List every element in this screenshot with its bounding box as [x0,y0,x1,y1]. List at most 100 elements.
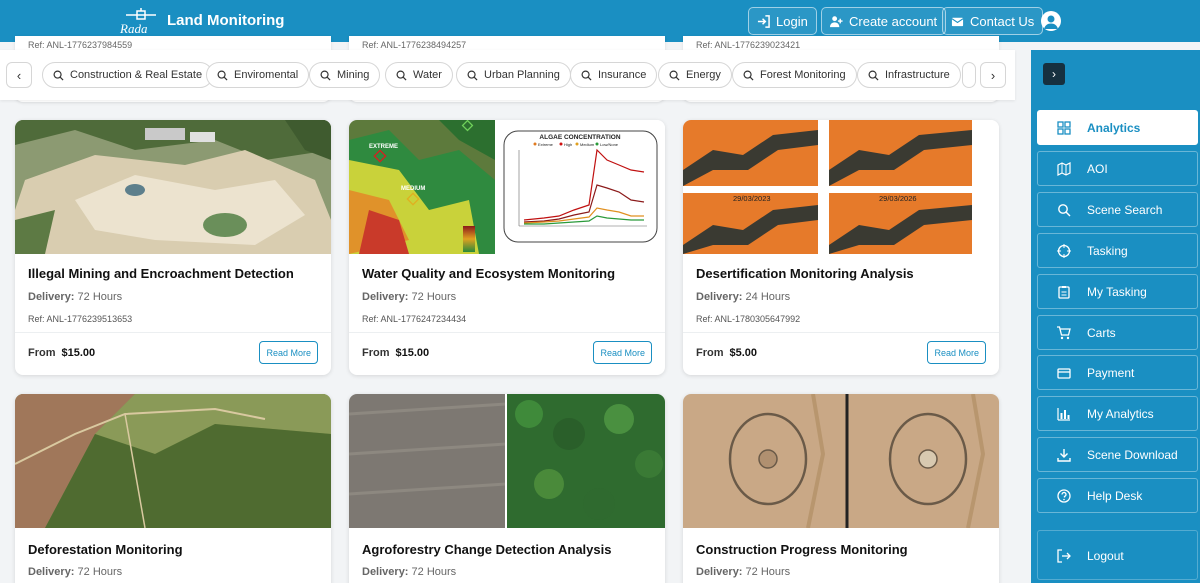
category-filter-bar: ‹ Construction & Real Estate Enviromenta… [0,50,1015,100]
card-delivery: Delivery: 72 Hours [362,291,456,303]
logo-text[interactable]: Rada [120,21,147,37]
sidebar-collapse-button[interactable]: › [1043,63,1065,85]
search-icon [467,70,478,81]
legend-extreme: Extreme [538,142,554,147]
sidebar-item-label: My Analytics [1087,407,1154,421]
map-label-medium: MEDIUM [401,186,425,192]
card-title: Agroforestry Change Detection Analysis [362,542,612,557]
card-title: Deforestation Monitoring [28,542,183,557]
sidebar-item-tasking[interactable]: Tasking [1037,233,1198,268]
login-label: Login [776,13,808,29]
category-label: Urban Planning [484,69,560,81]
delivery-value: 72 Hours [411,291,457,303]
login-button[interactable]: Login [748,7,817,35]
sidebar-item-carts[interactable]: Carts [1037,315,1198,350]
read-more-button[interactable]: Read More [927,341,986,364]
product-card[interactable]: 29/03/2023 29/03/2026 Desertification Mo… [683,120,999,375]
user-avatar-icon[interactable] [1041,11,1061,31]
envelope-icon [951,17,964,26]
category-chip[interactable]: Infrastructure [857,62,961,88]
create-account-label: Create account [849,13,938,29]
read-more-button[interactable]: Read More [259,341,318,364]
sidebar-item-my-tasking[interactable]: My Tasking [1037,274,1198,309]
create-account-button[interactable]: Create account [821,7,947,35]
product-card[interactable]: Illegal Mining and Encroachment Detectio… [15,120,331,375]
map-icon [1057,162,1071,176]
cart-icon [1057,326,1071,340]
category-label: Water [413,69,442,81]
delivery-label: Delivery: [696,291,743,303]
contact-us-label: Contact Us [970,13,1035,29]
search-icon [53,70,64,81]
delivery-label: Delivery: [28,566,75,578]
construction-progress-image [683,394,999,528]
card-delivery: Delivery: 72 Hours [28,291,122,303]
category-label: Infrastructure [885,69,950,81]
search-icon [669,70,680,81]
price-from-label: From [28,347,56,359]
brand-title[interactable]: Land Monitoring [167,12,284,29]
card-ref: Ref: ANL-1776237984559 [28,40,133,50]
sidebar-item-scene-download[interactable]: Scene Download [1037,437,1198,472]
image-date-before: 29/03/2023 [733,194,771,203]
read-more-button[interactable]: Read More [593,341,652,364]
crosshair-icon [1057,244,1071,258]
mining-site-image [15,120,331,254]
sidebar-item-label: Scene Search [1087,203,1163,217]
category-chip[interactable]: Construction & Real Estate [42,62,214,88]
category-chip[interactable]: Mining [309,62,381,88]
card-title: Construction Progress Monitoring [696,542,908,557]
card-divider [683,332,999,333]
price-value: $5.00 [729,347,758,359]
card-ref: Ref: ANL-1776239023421 [696,40,801,50]
credit-card-icon [1057,368,1071,379]
card-title: Water Quality and Ecosystem Monitoring [362,266,616,281]
contact-us-button[interactable]: Contact Us [942,7,1044,35]
category-chip[interactable]: Energy [658,62,732,88]
price-from-label: From [362,347,390,359]
deforestation-image [15,394,331,528]
card-delivery: Delivery: 72 Hours [28,566,122,578]
product-card[interactable]: Construction Progress Monitoring Deliver… [683,394,999,583]
desertification-image: 29/03/2023 29/03/2026 [683,120,999,254]
sidebar-item-scene-search[interactable]: Scene Search [1037,192,1198,227]
sidebar-item-label: Logout [1087,549,1124,563]
delivery-value: 72 Hours [411,566,457,578]
sidebar-item-aoi[interactable]: AOI [1037,151,1198,186]
add-user-icon [830,15,843,27]
sidebar-item-help-desk[interactable]: Help Desk [1037,478,1198,513]
category-chip-clipped[interactable] [962,62,976,88]
sidebar-item-analytics[interactable]: Analytics [1037,110,1198,145]
card-price: From $15.00 [28,347,95,359]
product-card[interactable]: Agroforestry Change Detection Analysis D… [349,394,665,583]
category-chip[interactable]: Urban Planning [456,62,571,88]
scroll-left-button[interactable]: ‹ [6,62,32,88]
download-icon [1057,449,1071,462]
sidebar-item-label: Analytics [1087,121,1141,135]
search-icon [396,70,407,81]
delivery-value: 24 Hours [745,291,791,303]
sidebar-item-logout[interactable]: Logout [1037,530,1198,580]
clipboard-icon [1058,286,1070,299]
search-icon [320,70,331,81]
card-delivery: Delivery: 72 Hours [696,566,790,578]
category-label: Enviromental [234,69,299,81]
product-card[interactable]: Deforestation Monitoring Delivery: 72 Ho… [15,394,331,583]
help-circle-icon [1057,489,1071,503]
legend-low: Low/None [600,142,619,147]
category-chip[interactable]: Water [385,62,453,88]
card-title: Illegal Mining and Encroachment Detectio… [28,266,294,281]
category-chip[interactable]: Enviromental [206,62,310,88]
card-title: Desertification Monitoring Analysis [696,266,914,281]
search-icon [1058,204,1071,217]
sidebar-item-my-analytics[interactable]: My Analytics [1037,396,1198,431]
search-icon [868,70,879,81]
sidebar-item-payment[interactable]: Payment [1037,355,1198,390]
scroll-right-button[interactable]: › [980,62,1006,88]
product-card[interactable]: EXTREME MEDIUM ALGAE CONCENTRATION Extre… [349,120,665,375]
category-chip[interactable]: Forest Monitoring [732,62,857,88]
delivery-label: Delivery: [28,291,75,303]
grid-icon [1057,121,1071,135]
category-chip[interactable]: Insurance [570,62,658,88]
search-icon [581,70,592,81]
